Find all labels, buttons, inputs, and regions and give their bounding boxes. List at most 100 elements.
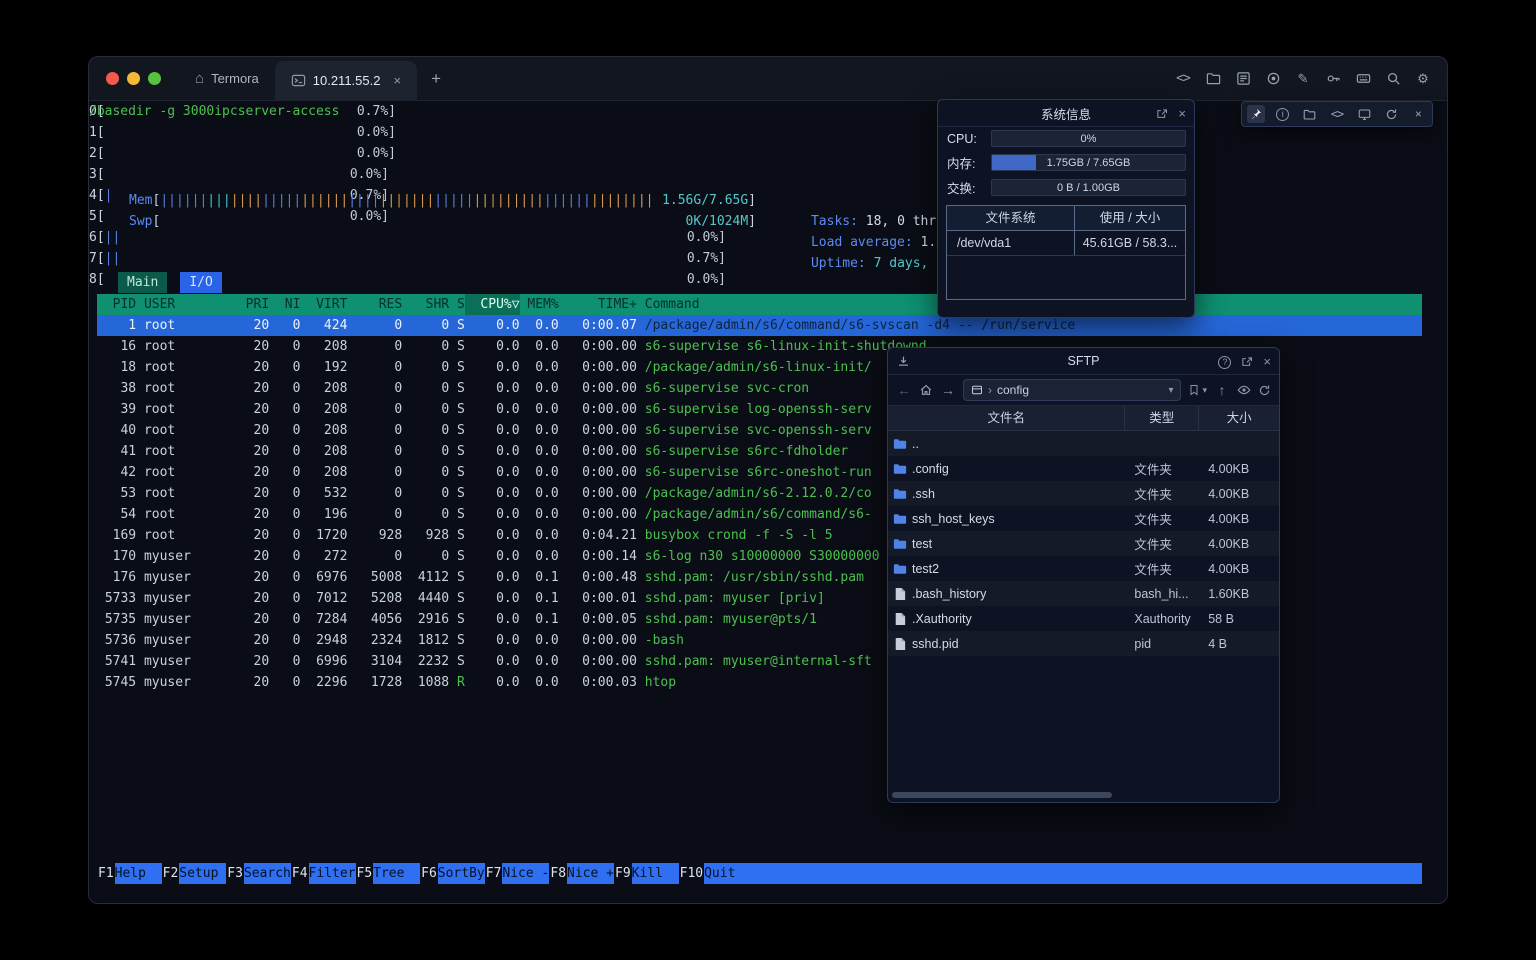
file-row-..[interactable]: .. xyxy=(888,431,1279,456)
fkey-label[interactable]: Setup xyxy=(179,863,226,884)
fkey-label[interactable]: Tree xyxy=(373,863,420,884)
back-icon[interactable]: ← xyxy=(896,382,912,398)
fkey-label[interactable]: Kill xyxy=(632,863,679,884)
htop-tab-main[interactable]: Main xyxy=(118,272,167,293)
fkey-F10[interactable]: F10 xyxy=(679,863,704,884)
info-icon[interactable]: i xyxy=(1274,105,1292,123)
path-breadcrumb[interactable]: › config ▾ xyxy=(963,379,1181,401)
home-icon[interactable] xyxy=(919,383,933,397)
file-name: .ssh xyxy=(912,487,1124,501)
fkey-label[interactable]: Nice + xyxy=(567,863,614,884)
fs-column-header[interactable]: 文件系统 xyxy=(947,206,1075,230)
file-name: .. xyxy=(912,437,1124,451)
memory-usage-row: 内存: 1.75GB / 7.65GB xyxy=(938,150,1194,175)
edit-icon[interactable]: ✎ xyxy=(1295,71,1311,87)
open-in-window-icon[interactable] xyxy=(1241,356,1253,368)
command-overflow-fragment: /basedir -g 3000 xyxy=(89,104,214,119)
zoom-window-button[interactable] xyxy=(148,72,161,85)
sftp-titlebar: SFTP ? × xyxy=(888,348,1279,375)
close-icon[interactable]: × xyxy=(1263,354,1271,369)
column-filename[interactable]: 文件名 xyxy=(888,406,1124,430)
code-icon[interactable]: <> xyxy=(1175,71,1191,87)
file-row-test2[interactable]: test2文件夹4.00KB xyxy=(888,556,1279,581)
close-tab-icon[interactable]: × xyxy=(393,73,401,88)
file-row-.bash_history[interactable]: .bash_historybash_hi...1.60KB xyxy=(888,581,1279,606)
bookmarks-button[interactable]: ▾ xyxy=(1188,384,1207,396)
function-key-bar: F1Help F2Setup F3SearchF4FilterF5Tree F6… xyxy=(97,863,1422,884)
fkey-label[interactable]: Filter xyxy=(309,863,356,884)
help-icon[interactable]: ? xyxy=(1218,354,1231,369)
search-icon[interactable] xyxy=(1385,71,1401,87)
display-icon[interactable] xyxy=(1355,105,1373,123)
file-row-.Xauthority[interactable]: .XauthorityXauthority58 B xyxy=(888,606,1279,631)
record-icon[interactable] xyxy=(1265,71,1281,87)
fkey-F1[interactable]: F1 xyxy=(97,863,115,884)
column-type[interactable]: 类型 xyxy=(1124,406,1199,430)
keyboard-icon[interactable] xyxy=(1355,71,1371,87)
new-tab-button[interactable]: + xyxy=(417,69,455,89)
file-row-.config[interactable]: .config文件夹4.00KB xyxy=(888,456,1279,481)
upload-icon[interactable]: ↑ xyxy=(1214,382,1230,398)
fkey-label[interactable]: Help xyxy=(115,863,162,884)
filesystem-row[interactable]: /dev/vda1 45.61GB / 58.3... xyxy=(947,231,1185,256)
fkey-F7[interactable]: F7 xyxy=(485,863,503,884)
key-icon[interactable] xyxy=(1325,71,1341,87)
code-icon[interactable]: <> xyxy=(1328,105,1346,123)
process-row-1[interactable]: 1root20042400S0.00.00:00.07/package/admi… xyxy=(97,315,1422,336)
system-info-panel: 系统信息 × CPU: 0% 内存: 1.75GB / 7.65GB 交换: 0… xyxy=(937,99,1195,318)
process-table-header[interactable]: PID USER PRI NI VIRT RES SHR S CPU%▽ MEM… xyxy=(97,294,1422,315)
fkey-F5[interactable]: F5 xyxy=(356,863,374,884)
file-row-ssh_host_keys[interactable]: ssh_host_keys文件夹4.00KB xyxy=(888,506,1279,531)
pin-icon[interactable] xyxy=(1247,105,1265,123)
fkey-F2[interactable]: F2 xyxy=(162,863,180,884)
fkey-F8[interactable]: F8 xyxy=(549,863,567,884)
breadcrumb-separator: › xyxy=(988,383,992,397)
current-directory: config xyxy=(997,383,1029,397)
close-icon[interactable]: × xyxy=(1409,105,1427,123)
chevron-down-icon[interactable]: ▾ xyxy=(1168,385,1173,396)
file-type: pid xyxy=(1124,637,1199,651)
file-table: 文件名 类型 大小 .. .config文件夹4.00KB.ssh文件夹4.00K… xyxy=(888,405,1279,790)
minimize-window-button[interactable] xyxy=(127,72,140,85)
swap-meter: Swp[0K/1024M] xyxy=(129,211,756,232)
fkey-F6[interactable]: F6 xyxy=(420,863,438,884)
fkey-label[interactable]: Quit xyxy=(704,863,751,884)
refresh-icon[interactable] xyxy=(1258,384,1271,397)
tab-label: Termora xyxy=(211,71,259,86)
folder-icon xyxy=(888,437,912,451)
close-window-button[interactable] xyxy=(106,72,119,85)
file-name: .bash_history xyxy=(912,587,1124,601)
fkey-label[interactable]: SortBy xyxy=(438,863,485,884)
settings-icon[interactable]: ⚙ xyxy=(1415,71,1431,87)
scrollbar-thumb[interactable] xyxy=(892,792,1112,798)
horizontal-scrollbar[interactable] xyxy=(890,790,1277,800)
fs-column-header[interactable]: 使用 / 大小 xyxy=(1075,206,1185,230)
fkey-F3[interactable]: F3 xyxy=(226,863,244,884)
folder-icon[interactable] xyxy=(1301,105,1319,123)
file-row-.ssh[interactable]: .ssh文件夹4.00KB xyxy=(888,481,1279,506)
tab-termora[interactable]: ⌂ Termora xyxy=(179,57,275,101)
forward-icon[interactable]: → xyxy=(940,382,956,398)
open-in-window-icon[interactable] xyxy=(1156,108,1168,120)
show-hidden-icon[interactable] xyxy=(1237,383,1251,397)
log-icon[interactable] xyxy=(1235,71,1251,87)
tab-session-10-211-55-2[interactable]: 10.211.55.2 × xyxy=(275,61,417,101)
fkey-label[interactable]: Search xyxy=(244,863,291,884)
folder-icon[interactable] xyxy=(1205,71,1221,87)
file-type: 文件夹 xyxy=(1124,459,1199,478)
file-table-header: 文件名 类型 大小 xyxy=(888,406,1279,431)
file-row-test[interactable]: test文件夹4.00KB xyxy=(888,531,1279,556)
column-size[interactable]: 大小 xyxy=(1199,406,1279,430)
sync-icon[interactable] xyxy=(1382,105,1400,123)
system-info-titlebar: 系统信息 × xyxy=(938,100,1194,127)
fkey-F4[interactable]: F4 xyxy=(291,863,309,884)
fkey-F9[interactable]: F9 xyxy=(614,863,632,884)
window-titlebar: ⌂ Termora 10.211.55.2 × + <> ✎ xyxy=(89,57,1447,101)
file-row-sshd.pid[interactable]: sshd.pidpid4 B xyxy=(888,631,1279,656)
transfers-icon[interactable] xyxy=(897,348,910,375)
close-icon[interactable]: × xyxy=(1178,106,1186,121)
cpu-meter-2: 2[0.0%] xyxy=(89,143,396,164)
fkey-label[interactable]: Nice - xyxy=(502,863,549,884)
htop-tab-io[interactable]: I/O xyxy=(180,272,221,293)
folder-icon xyxy=(888,512,912,526)
